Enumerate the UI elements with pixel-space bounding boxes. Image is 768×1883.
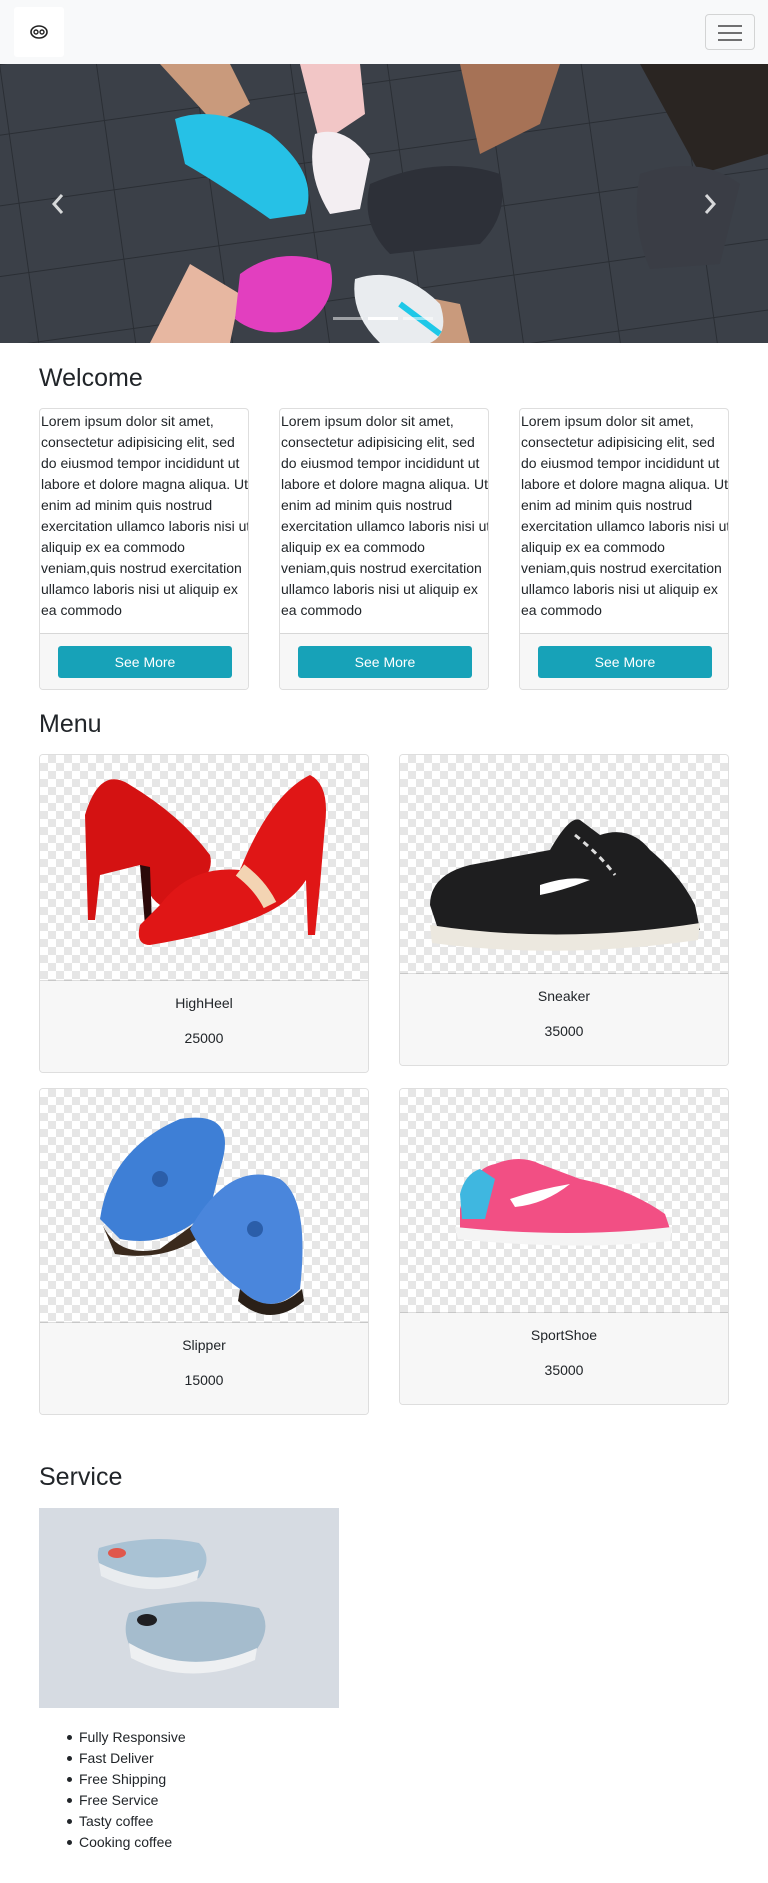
navbar-toggler[interactable] — [705, 14, 755, 50]
sneakers-photo — [39, 1508, 339, 1708]
welcome-card: Lorem ipsum dolor sit amet, consectetur … — [519, 408, 729, 690]
sportshoe-image — [455, 1159, 672, 1246]
service-image — [39, 1508, 339, 1708]
product-name: SportShoe — [530, 1327, 598, 1343]
chevron-left-icon — [51, 194, 64, 214]
see-more-button[interactable]: See More — [538, 646, 712, 678]
welcome-title: Welcome — [39, 364, 143, 392]
service-title: Service — [39, 1463, 123, 1491]
carousel-indicator[interactable] — [333, 317, 363, 320]
product-name: HighHeel — [175, 995, 233, 1011]
product-image — [40, 1089, 368, 1323]
menu-card-body: HighHeel 25000 — [40, 981, 368, 1072]
service-item: Tasty coffee — [67, 1811, 186, 1832]
product-price: 35000 — [544, 1023, 584, 1039]
navbar — [0, 0, 768, 64]
menu-title: Menu — [39, 710, 102, 738]
product-name: Sneaker — [537, 988, 591, 1004]
carousel-indicator-active[interactable] — [368, 317, 398, 320]
service-item: Free Shipping — [67, 1769, 186, 1790]
hero-carousel — [0, 64, 768, 343]
carousel-indicators — [333, 317, 433, 320]
product-price: 25000 — [184, 1030, 224, 1046]
welcome-card-footer: See More — [40, 633, 248, 689]
service-item: Fast Deliver — [67, 1748, 186, 1769]
welcome-card-footer: See More — [280, 633, 488, 689]
menu-card-body: Sneaker 35000 — [400, 974, 728, 1065]
service-item: Fully Responsive — [67, 1727, 186, 1748]
product-price: 35000 — [544, 1362, 584, 1378]
menu-card-body: Slipper 15000 — [40, 1323, 368, 1414]
high-heel-image — [85, 775, 326, 945]
chevron-right-icon — [704, 194, 717, 214]
welcome-card-footer: See More — [520, 633, 728, 689]
menu-card-body: SportShoe 35000 — [400, 1313, 728, 1404]
welcome-card: Lorem ipsum dolor sit amet, consectetur … — [39, 408, 249, 690]
carousel-indicator[interactable] — [403, 317, 433, 320]
carousel-slide-image — [0, 64, 768, 343]
welcome-card-text: Lorem ipsum dolor sit amet, consectetur … — [521, 413, 729, 618]
carousel-next-button[interactable] — [680, 164, 740, 244]
welcome-card: Lorem ipsum dolor sit amet, consectetur … — [279, 408, 489, 690]
menu-card-slipper[interactable]: Slipper 15000 — [39, 1088, 369, 1415]
menu-card-sportshoe[interactable]: SportShoe 35000 — [399, 1088, 729, 1405]
sneaker-image — [430, 819, 700, 951]
service-item: Cooking coffee — [67, 1832, 186, 1853]
service-list: Fully Responsive Fast Deliver Free Shipp… — [67, 1727, 186, 1853]
service-item: Free Service — [67, 1790, 186, 1811]
welcome-card-text: Lorem ipsum dolor sit amet, consectetur … — [281, 413, 489, 618]
brand-logo[interactable] — [14, 7, 64, 57]
see-more-button[interactable]: See More — [58, 646, 232, 678]
slipper-image — [100, 1117, 304, 1315]
product-price: 15000 — [184, 1372, 224, 1388]
menu-card-highheel[interactable]: HighHeel 25000 — [39, 754, 369, 1073]
hamburger-icon — [718, 25, 742, 27]
product-image — [40, 755, 368, 981]
welcome-card-text: Lorem ipsum dolor sit amet, consectetur … — [41, 413, 249, 618]
see-more-button[interactable]: See More — [298, 646, 472, 678]
product-image — [400, 755, 728, 974]
product-image — [400, 1089, 728, 1313]
shoe-logo-icon — [30, 25, 48, 39]
menu-card-sneaker[interactable]: Sneaker 35000 — [399, 754, 729, 1066]
carousel-prev-button[interactable] — [28, 164, 88, 244]
product-name: Slipper — [182, 1337, 226, 1353]
